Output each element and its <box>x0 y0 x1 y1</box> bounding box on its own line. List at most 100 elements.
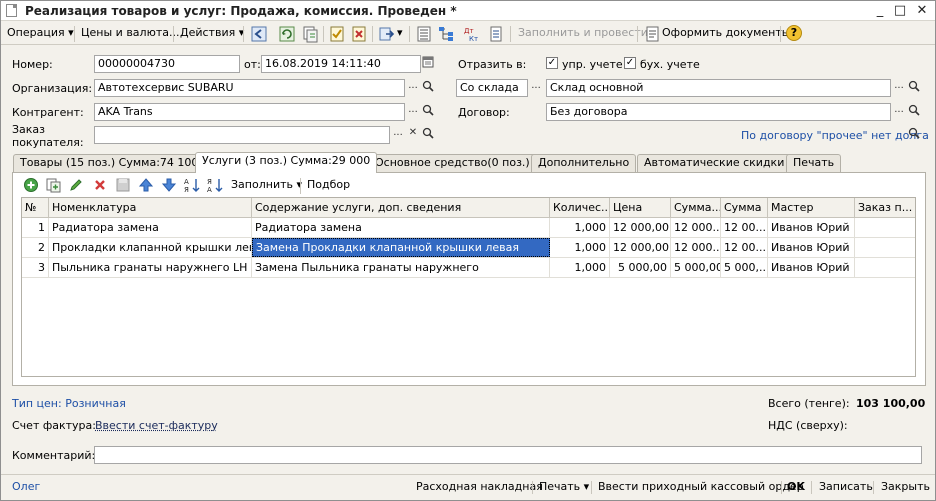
column-header-amount-1[interactable]: Сумма... <box>671 198 721 218</box>
tab-services[interactable]: Услуги (3 поз.) Сумма:29 000 <box>195 152 378 173</box>
tab-print[interactable]: Печать <box>786 154 842 172</box>
column-header-nomenclature[interactable]: Номенклатура <box>49 198 252 218</box>
contract-select-button[interactable]: ... <box>892 103 906 121</box>
contractor-select-button[interactable]: ... <box>406 103 420 121</box>
cell-customer-order[interactable] <box>855 238 915 257</box>
comment-field[interactable] <box>94 446 922 464</box>
go-back-icon[interactable] <box>250 25 268 43</box>
cell-nomenclature[interactable]: Радиатора замена <box>49 218 252 237</box>
column-header-service-content[interactable]: Содержание услуги, доп. сведения <box>252 198 550 218</box>
cell-amount-2[interactable]: 12 00... <box>721 218 768 237</box>
enter-invoice-link[interactable]: Ввести счет-фактуру <box>95 419 218 432</box>
mgmt-accounting-checkbox[interactable]: ✓ <box>546 57 558 69</box>
cell-nomenclature[interactable]: Прокладки клапанной крышки лева... <box>49 238 252 257</box>
enter-based-on-icon[interactable] <box>378 25 396 43</box>
table-row[interactable]: 1 Радиатора замена Радиатора замена 1,00… <box>22 218 915 238</box>
move-up-icon[interactable] <box>137 176 155 194</box>
save-button[interactable]: Записать <box>819 480 873 493</box>
author-link[interactable]: Олег <box>12 480 40 493</box>
customer-order-clear-button[interactable]: ✕ <box>406 126 420 144</box>
warehouse-select-button[interactable]: ... <box>892 79 906 97</box>
cell-quantity[interactable]: 1,000 <box>550 238 610 257</box>
close-button[interactable]: Закрыть <box>881 480 930 493</box>
column-header-quantity[interactable]: Количес... <box>550 198 610 218</box>
report-movements-icon[interactable] <box>487 25 505 43</box>
customer-order-select-button[interactable]: ... <box>391 126 405 144</box>
cell-price[interactable]: 12 000,00 <box>610 218 671 237</box>
post-document-icon[interactable] <box>328 25 346 43</box>
operation-menu[interactable]: Операция ▾ <box>7 25 74 43</box>
minimize-button[interactable]: _ <box>869 2 891 20</box>
cell-master[interactable]: Иванов Юрий <box>768 218 855 237</box>
add-row-icon[interactable] <box>22 176 40 194</box>
cell-amount-1[interactable]: 12 000... <box>671 218 721 237</box>
cell-service-content[interactable]: Замена Пыльника гранаты наружнего <box>252 258 550 277</box>
organization-select-button[interactable]: ... <box>406 79 420 97</box>
customer-order-open-icon[interactable] <box>421 126 435 144</box>
warehouse-field[interactable]: Склад основной <box>546 79 891 97</box>
customer-order-field[interactable] <box>94 126 390 144</box>
cell-quantity[interactable]: 1,000 <box>550 258 610 277</box>
cell-price[interactable]: 5 000,00 <box>610 258 671 277</box>
close-window-button[interactable]: ✕ <box>911 2 933 20</box>
date-field[interactable]: 16.08.2019 14:11:40 <box>261 55 421 73</box>
ok-button[interactable]: OK <box>787 480 805 493</box>
column-header-master[interactable]: Мастер <box>768 198 855 218</box>
actions-menu[interactable]: Действия ▾ <box>180 25 244 43</box>
cell-master[interactable]: Иванов Юрий <box>768 258 855 277</box>
copy-row-icon[interactable] <box>44 176 62 194</box>
sort-ascending-icon[interactable]: АЯ <box>183 176 201 194</box>
cash-receipt-order-button[interactable]: Ввести приходный кассовый ордер <box>598 480 804 493</box>
organization-field[interactable]: Автотехсервис SUBARU <box>94 79 405 97</box>
number-field[interactable]: 00000004730 <box>94 55 240 73</box>
tab-auto-discounts[interactable]: Автоматические скидки <box>637 154 792 172</box>
debt-status-open-icon[interactable] <box>907 126 921 144</box>
column-header-number[interactable]: № <box>22 198 49 218</box>
cell-customer-order[interactable] <box>855 218 915 237</box>
unpost-document-icon[interactable] <box>350 25 368 43</box>
accounting-checkbox[interactable]: ✓ <box>624 57 636 69</box>
sort-descending-icon[interactable]: ЯА <box>206 176 224 194</box>
waybill-button[interactable]: Расходная накладная <box>416 480 543 493</box>
tab-goods[interactable]: Товары (15 поз.) Сумма:74 100 <box>13 154 206 172</box>
refresh-icon[interactable] <box>278 25 296 43</box>
table-row[interactable]: 2 Прокладки клапанной крышки лева... Зам… <box>22 238 915 258</box>
structure-icon[interactable] <box>415 25 433 43</box>
cell-amount-1[interactable]: 5 000,00 <box>671 258 721 277</box>
price-type-link[interactable]: Тип цен: Розничная <box>12 397 126 410</box>
select-items-button[interactable]: Подбор <box>307 177 350 195</box>
fill-and-post-button[interactable]: Заполнить и провести <box>518 25 648 43</box>
subordinate-docs-icon[interactable] <box>437 25 455 43</box>
cell-customer-order[interactable] <box>855 258 915 277</box>
move-down-icon[interactable] <box>160 176 178 194</box>
contract-field[interactable]: Без договора <box>546 103 891 121</box>
tab-fixed-assets[interactable]: Основное средство(0 поз.) <box>368 154 537 172</box>
fill-menu[interactable]: Заполнить ▾ <box>231 177 302 195</box>
cell-service-content-selected[interactable]: Замена Прокладки клапанной крышки левая <box>252 238 550 257</box>
contract-open-icon[interactable] <box>907 103 921 121</box>
cell-nomenclature[interactable]: Пыльника гранаты наружнего LH з... <box>49 258 252 277</box>
print-menu[interactable]: Печать ▾ <box>539 480 589 493</box>
delete-row-icon[interactable] <box>91 176 109 194</box>
table-row[interactable]: 3 Пыльника гранаты наружнего LH з... Зам… <box>22 258 915 278</box>
column-header-customer-order[interactable]: Заказ п... <box>855 198 915 218</box>
help-button[interactable]: ? <box>786 25 802 41</box>
organization-open-icon[interactable] <box>421 79 435 97</box>
restore-button[interactable]: □ <box>889 2 911 20</box>
tab-additional[interactable]: Дополнительно <box>531 154 637 172</box>
cell-amount-2[interactable]: 5 000,... <box>721 258 768 277</box>
edit-row-icon[interactable] <box>67 176 85 194</box>
debt-status-link[interactable]: По договору "прочее" нет долга <box>741 129 929 142</box>
end-edit-icon[interactable] <box>114 176 132 194</box>
cell-service-content[interactable]: Радиатора замена <box>252 218 550 237</box>
enter-based-on-dropdown[interactable]: ▾ <box>397 25 403 43</box>
cell-master[interactable]: Иванов Юрий <box>768 238 855 257</box>
calendar-icon[interactable] <box>421 55 435 73</box>
movements-dt-kt-icon[interactable]: Дт Кт <box>463 25 481 43</box>
from-warehouse-select-button[interactable]: ... <box>529 79 543 97</box>
column-header-amount-2[interactable]: Сумма <box>721 198 768 218</box>
from-warehouse-field[interactable]: Со склада <box>456 79 528 97</box>
cell-amount-1[interactable]: 12 000... <box>671 238 721 257</box>
make-documents-button[interactable]: Оформить документы <box>662 25 790 43</box>
column-header-price[interactable]: Цена <box>610 198 671 218</box>
